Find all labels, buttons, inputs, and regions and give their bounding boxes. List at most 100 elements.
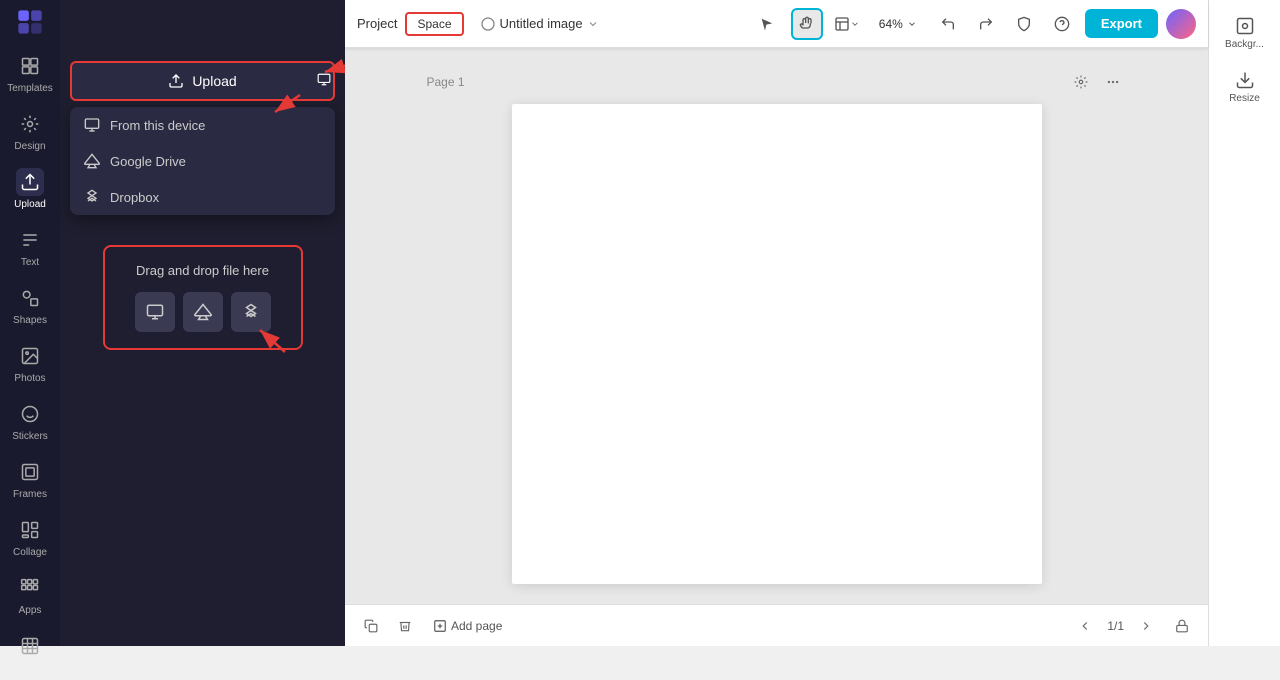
sidebar-item-label: Design (14, 141, 45, 152)
drag-drop-zone[interactable]: Drag and drop file here (103, 245, 303, 350)
icon-sidebar: Templates Design Upload Text (0, 0, 60, 646)
right-panel-background[interactable]: Backgr... (1215, 8, 1275, 58)
chevron-layout-icon (850, 19, 860, 29)
page-canvas[interactable] (512, 104, 1042, 584)
sidebar-item-stickers[interactable]: Stickers (0, 392, 60, 450)
sidebar-item-label: Photos (14, 373, 45, 384)
app-logo[interactable] (12, 8, 48, 36)
hand-tool-btn[interactable] (791, 8, 823, 40)
shield-icon (1016, 16, 1032, 32)
drag-drop-text: Drag and drop file here (121, 263, 285, 278)
drag-drive-btn[interactable] (183, 292, 223, 332)
sidebar-item-templates[interactable]: Templates (0, 44, 60, 102)
page-label-bar: Page 1 (427, 68, 1127, 96)
upload-panel-icon (317, 73, 331, 87)
export-btn[interactable]: Export (1085, 9, 1158, 38)
lock-btn[interactable] (1168, 612, 1196, 640)
sidebar-item-label: Collage (13, 547, 47, 558)
sidebar-item-design[interactable]: Design (0, 102, 60, 160)
dropbox-item[interactable]: Dropbox (70, 179, 335, 215)
add-page-btn[interactable]: Add page (425, 615, 510, 637)
design-icon (16, 110, 44, 138)
upload-btn-label: Upload (192, 73, 236, 89)
upload-panel: Upload From this device (60, 0, 345, 646)
sidebar-item-label: Upload (14, 199, 46, 210)
upload-button[interactable]: Upload (70, 61, 335, 101)
page-more-btn[interactable] (1099, 68, 1127, 96)
sidebar-item-frames[interactable]: Frames (0, 450, 60, 508)
frames-icon (16, 458, 44, 486)
zoom-button[interactable]: 64% (871, 13, 925, 35)
chevron-left-icon (1078, 619, 1092, 633)
canvas-toolbar: Project Space Untitled image (345, 0, 1208, 48)
upload-dropdown: From this device Google Drive Dropbox (70, 107, 335, 215)
sidebar-item-shapes[interactable]: Shapes (0, 276, 60, 334)
sidebar-item-label: Stickers (12, 431, 48, 442)
add-page-label: Add page (451, 619, 502, 633)
sidebar-item-upload[interactable]: Upload (0, 160, 60, 218)
copy-btn[interactable] (357, 612, 385, 640)
grid-icon (16, 632, 44, 660)
apps-icon (16, 574, 44, 602)
drag-monitor-btn[interactable] (135, 292, 175, 332)
pointer-tool-btn[interactable] (751, 8, 783, 40)
shapes-icon (16, 284, 44, 312)
page-settings-btn[interactable] (1067, 68, 1095, 96)
monitor-icon (84, 117, 100, 133)
dropbox-icon (84, 189, 100, 205)
doc-title-text: Untitled image (500, 16, 583, 31)
right-panel-background-label: Backgr... (1225, 39, 1264, 50)
toolbar-right: 64% (751, 8, 1196, 40)
page-label: Page 1 (427, 75, 465, 89)
right-panel: Backgr... Resize (1208, 0, 1280, 646)
sidebar-item-photos[interactable]: Photos (0, 334, 60, 392)
chevron-zoom-icon (907, 19, 917, 29)
drag-monitor-icon (146, 303, 164, 321)
background-icon (1235, 16, 1255, 36)
canvas-content: Page 1 (345, 48, 1208, 604)
sidebar-item-apps[interactable]: Apps (0, 566, 60, 624)
redo-btn[interactable] (971, 9, 1001, 39)
redo-icon (978, 16, 994, 32)
photos-icon (16, 342, 44, 370)
space-button[interactable]: Space (405, 12, 463, 36)
user-avatar[interactable] (1166, 9, 1196, 39)
google-drive-item[interactable]: Google Drive (70, 143, 335, 179)
undo-icon (940, 16, 956, 32)
sidebar-item-grid[interactable] (0, 624, 60, 668)
canvas-bottom: Add page 1/1 (345, 604, 1208, 646)
layout-btn[interactable] (831, 8, 863, 40)
doc-icon (480, 16, 496, 32)
settings-icon (1074, 75, 1088, 89)
help-btn[interactable] (1047, 9, 1077, 39)
undo-btn[interactable] (933, 9, 963, 39)
project-button[interactable]: Project (357, 16, 397, 31)
drag-dropbox-icon (242, 303, 260, 321)
upload-icon (16, 168, 44, 196)
upload-btn-icon (168, 73, 184, 89)
from-device-item[interactable]: From this device (70, 107, 335, 143)
sidebar-item-collage[interactable]: Collage (0, 508, 60, 566)
lock-icon (1175, 619, 1189, 633)
layout-icon (834, 16, 850, 32)
sidebar-item-label: Shapes (13, 315, 47, 326)
text-icon (16, 226, 44, 254)
toolbar-left: Project Space Untitled image (357, 12, 743, 36)
delete-btn[interactable] (391, 612, 419, 640)
drag-dropbox-btn[interactable] (231, 292, 271, 332)
canvas-area: Project Space Untitled image (345, 0, 1208, 646)
sidebar-item-label: Frames (13, 489, 47, 500)
drag-drive-icon (194, 303, 212, 321)
upload-btn-container: Upload (60, 55, 345, 107)
shield-btn[interactable] (1009, 9, 1039, 39)
more-icon (1106, 75, 1120, 89)
next-page-btn[interactable] (1132, 612, 1160, 640)
doc-title-area: Untitled image (480, 16, 599, 32)
help-icon (1054, 16, 1070, 32)
drive-icon (84, 153, 100, 169)
sidebar-item-text[interactable]: Text (0, 218, 60, 276)
chevron-right-icon (1139, 619, 1153, 633)
right-panel-resize[interactable]: Resize (1215, 62, 1275, 112)
pointer-icon (759, 16, 775, 32)
prev-page-btn[interactable] (1071, 612, 1099, 640)
